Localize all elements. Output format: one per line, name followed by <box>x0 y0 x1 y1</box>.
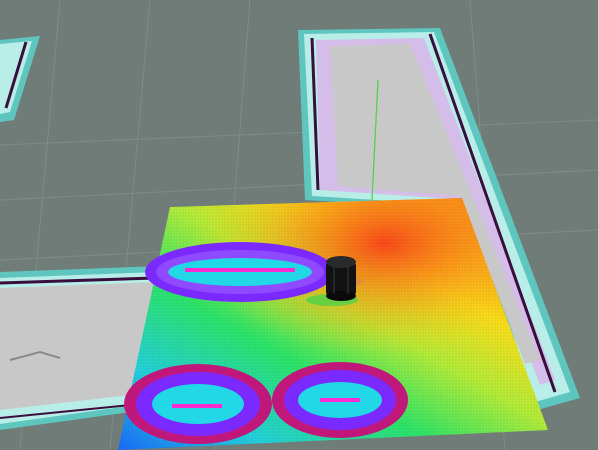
map-corridor-topleft <box>0 36 40 122</box>
costmap-obstacle-bottom-right <box>272 362 408 438</box>
scene-canvas <box>0 0 598 450</box>
costmap-obstacle-bottom-left <box>124 364 272 444</box>
rviz-3d-viewport[interactable] <box>0 0 598 450</box>
costmap-obstacle-top <box>145 242 335 302</box>
